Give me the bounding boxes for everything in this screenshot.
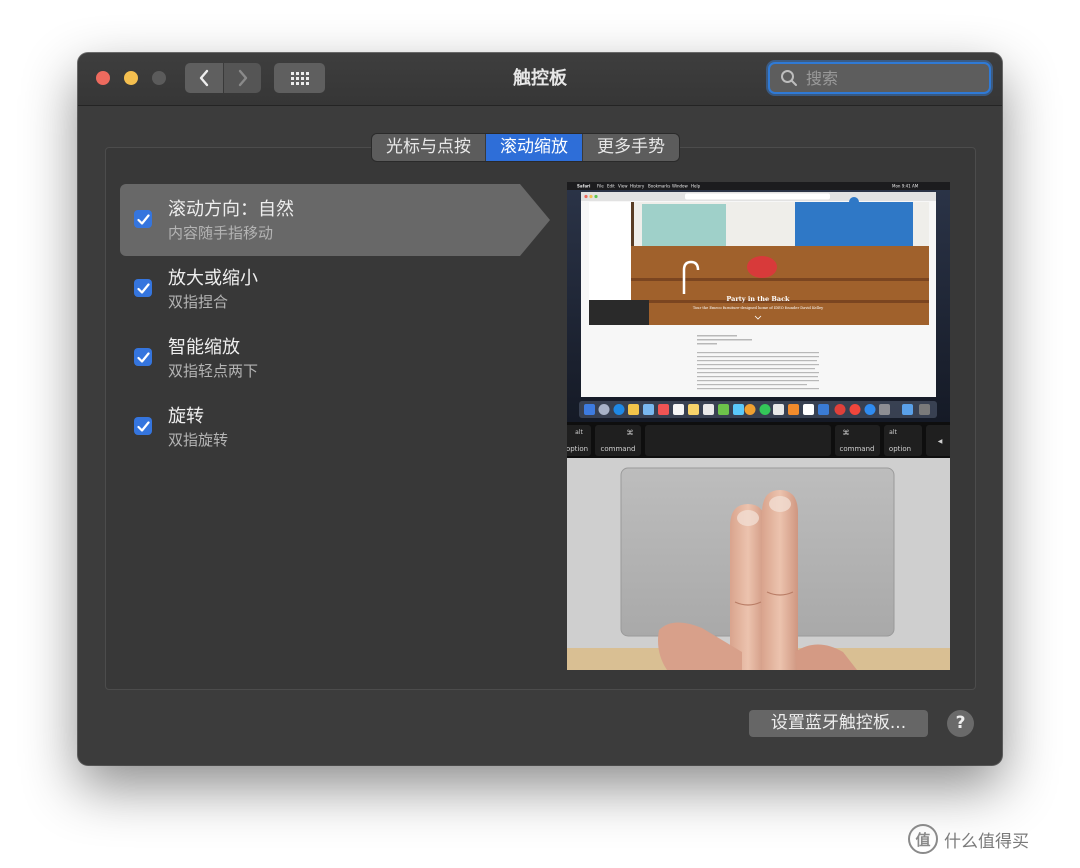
checkmark-icon bbox=[136, 282, 150, 294]
search-input[interactable] bbox=[804, 67, 978, 89]
option-smart-zoom[interactable]: 智能缩放 双指轻点两下 bbox=[120, 322, 550, 394]
article-headline: Party in the Back bbox=[726, 295, 790, 303]
option-key-label: option bbox=[567, 445, 588, 453]
preview-illustration: Party in the Back Tour the Emeco furnitu… bbox=[567, 182, 950, 670]
article-subheadline: Tour the Emeco furniture-designed home o… bbox=[693, 306, 824, 310]
option-title: 滚动方向：自然 bbox=[168, 199, 294, 220]
option-key-label: option bbox=[889, 445, 911, 453]
command-key-label: command bbox=[601, 445, 636, 453]
menubar-item: Bookmarks bbox=[648, 184, 670, 189]
option-subtitle: 双指捏合 bbox=[168, 293, 229, 311]
option-rotate[interactable]: 旋转 双指旋转 bbox=[120, 391, 550, 463]
arrow-key-label: ◀ bbox=[938, 438, 943, 445]
alt-key-label: alt bbox=[889, 429, 897, 436]
preferences-window: 触控板 光标与点按 滚动缩放 更多手势 滚动方向：自然 内容随手指移动 放大或缩… bbox=[78, 53, 1002, 765]
scroll-direction-checkbox[interactable] bbox=[134, 210, 152, 228]
gesture-preview-video: Party in the Back Tour the Emeco furnitu… bbox=[567, 182, 950, 670]
option-subtitle: 内容随手指移动 bbox=[168, 224, 274, 242]
command-key-label: command bbox=[840, 445, 875, 453]
tab-scroll-and-zoom[interactable]: 滚动缩放 bbox=[486, 134, 583, 161]
watermark: 值 什么值得买 bbox=[908, 824, 1029, 854]
smart-zoom-checkbox[interactable] bbox=[134, 348, 152, 366]
menubar-item: View bbox=[618, 184, 628, 189]
zoom-in-out-checkbox[interactable] bbox=[134, 279, 152, 297]
option-title: 智能缩放 bbox=[168, 337, 240, 358]
menubar-clock: Mon 9:41 AM bbox=[892, 184, 919, 189]
command-key-symbol: ⌘ bbox=[843, 429, 850, 437]
help-button[interactable]: ? bbox=[947, 710, 974, 737]
option-title: 放大或缩小 bbox=[168, 268, 258, 289]
watermark-text: 什么值得买 bbox=[944, 831, 1029, 852]
checkmark-icon bbox=[136, 351, 150, 363]
menubar-item: Help bbox=[691, 184, 701, 189]
option-title: 旋转 bbox=[168, 406, 204, 427]
option-zoom-in-out[interactable]: 放大或缩小 双指捏合 bbox=[120, 253, 550, 325]
menubar-item: History bbox=[630, 184, 645, 189]
search-field[interactable] bbox=[768, 62, 991, 94]
menubar-app: Safari bbox=[577, 184, 591, 189]
option-subtitle: 双指旋转 bbox=[168, 431, 229, 449]
option-scroll-direction[interactable]: 滚动方向：自然 内容随手指移动 bbox=[120, 184, 550, 256]
checkmark-icon bbox=[136, 420, 150, 432]
checkmark-icon bbox=[136, 213, 150, 225]
menubar-item: File bbox=[597, 184, 604, 189]
menubar-item: Window bbox=[672, 184, 689, 189]
tab-more-gestures[interactable]: 更多手势 bbox=[583, 134, 679, 161]
alt-key-label: alt bbox=[575, 429, 583, 436]
rotate-checkbox[interactable] bbox=[134, 417, 152, 435]
command-key-symbol: ⌘ bbox=[627, 429, 634, 437]
menubar-item: Edit bbox=[607, 184, 615, 189]
title-bar: 触控板 bbox=[78, 53, 1002, 106]
tab-bar: 光标与点按 滚动缩放 更多手势 bbox=[372, 134, 679, 161]
tab-point-and-click[interactable]: 光标与点按 bbox=[372, 134, 486, 161]
option-subtitle: 双指轻点两下 bbox=[168, 362, 259, 380]
search-icon bbox=[781, 70, 797, 86]
watermark-logo-icon: 值 bbox=[908, 824, 938, 854]
setup-bluetooth-trackpad-button[interactable]: 设置蓝牙触控板... bbox=[749, 710, 928, 737]
